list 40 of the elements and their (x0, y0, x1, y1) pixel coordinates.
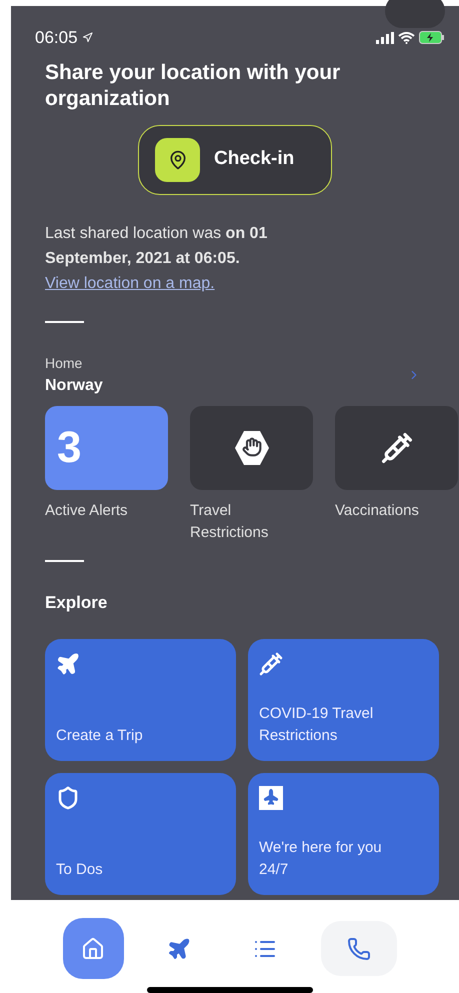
view-map-link[interactable]: View location on a map. (45, 274, 215, 292)
tile-label: Active Alerts (45, 500, 129, 520)
phone-icon (346, 936, 370, 961)
location-arrow-icon (82, 32, 93, 44)
alerts-tile[interactable]: 3 (45, 406, 168, 490)
tile-label: Travel Restrictions (190, 500, 270, 542)
check-in-button[interactable]: Check-in (138, 124, 332, 194)
signal-icon (376, 32, 394, 44)
plane-icon (56, 652, 80, 676)
tab-bar-item[interactable] (320, 921, 396, 976)
card-label: To Dos (56, 860, 104, 880)
page-title: Share your location with your organization (45, 60, 342, 112)
syringe-icon (259, 652, 283, 676)
home-label: Home (45, 354, 84, 372)
explore-card[interactable]: To Dos (45, 773, 236, 895)
tile-label: Vaccinations (335, 500, 420, 520)
plane-icon (259, 786, 283, 810)
battery-charging-icon (419, 31, 445, 44)
explore-card[interactable]: We're here for you 24/7 (248, 773, 439, 895)
shield-icon (56, 786, 80, 810)
explore-title: Explore (45, 592, 108, 614)
category-tile[interactable] (190, 406, 313, 490)
syringe-icon (380, 432, 412, 464)
last-shared-text: Last shared location was on 01 September, 2021 at 06:05. View location on a map. (45, 224, 268, 294)
home-country: Norway (45, 376, 103, 396)
camera-notch-drawing (385, 0, 445, 28)
wifi-icon (398, 32, 415, 44)
card-label: COVID-19 Travel Restrictions (259, 704, 374, 746)
category-tile[interactable] (335, 406, 458, 490)
explore-card[interactable]: COVID-19 Travel Restrictions (248, 639, 439, 761)
plane-icon (167, 936, 191, 961)
card-label: We're here for you 24/7 (259, 838, 383, 880)
hand-stop-icon (232, 428, 270, 466)
explore-card[interactable]: Create a Trip (45, 639, 236, 761)
status-time: 06:05 (35, 27, 78, 49)
tab-bar-item[interactable] (62, 918, 124, 980)
location-pin-icon (155, 138, 200, 182)
card-label: Create a Trip (56, 726, 144, 746)
alert-count: 3 (57, 426, 82, 470)
home-icon (81, 936, 105, 961)
